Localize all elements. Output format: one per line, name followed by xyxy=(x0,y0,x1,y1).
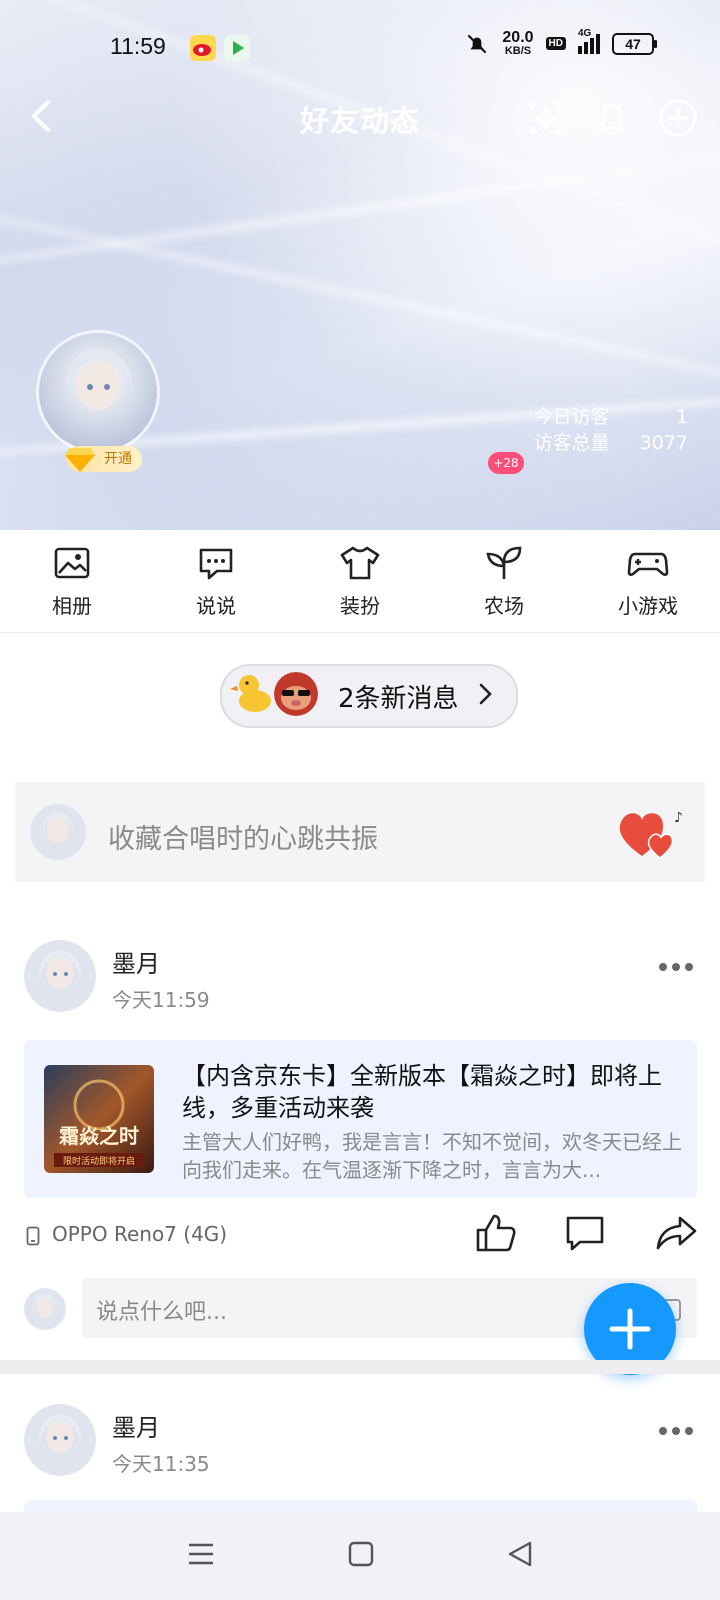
nav-label: 说说 xyxy=(196,593,236,618)
plus-circle-icon xyxy=(659,99,697,137)
feed-divider xyxy=(0,1360,720,1374)
more-dots-icon xyxy=(659,963,693,971)
commenter-avatar xyxy=(24,1288,66,1330)
gamepad-icon xyxy=(627,552,669,576)
more-dots-icon xyxy=(659,1427,693,1435)
nav-label: 农场 xyxy=(484,593,524,618)
user-avatar-small xyxy=(30,804,86,860)
phone-icon xyxy=(26,1226,40,1250)
tshirt-icon xyxy=(340,546,380,579)
nav-item-farm[interactable]: 农场 xyxy=(432,530,576,632)
nav-label: 装扮 xyxy=(340,593,380,618)
next-card-peek xyxy=(24,1500,697,1512)
home-button[interactable] xyxy=(347,1540,375,1572)
profile-avatar[interactable] xyxy=(36,330,160,454)
comment-placeholder: 说点什么吧... xyxy=(96,1300,227,1325)
comment-button[interactable] xyxy=(564,1214,606,1256)
net-speed: 20.0 KB/S xyxy=(502,29,534,57)
bell-icon xyxy=(598,104,626,135)
battery-indicator: 47 xyxy=(612,32,657,55)
device-label: OPPO Reno7 (4G) xyxy=(52,1222,228,1246)
share-button[interactable] xyxy=(654,1214,698,1256)
diamond-icon xyxy=(64,444,96,474)
hamburger-icon xyxy=(188,1543,213,1565)
new-messages-label: 2条新消息 xyxy=(338,684,459,714)
game-thumbnail-subtitle: 限时活动即将开启 xyxy=(62,1157,135,1167)
sparkle-icon xyxy=(530,102,562,134)
author-avatar[interactable] xyxy=(24,1404,96,1476)
signal-icon: 4G xyxy=(578,28,600,54)
nav-item-minigame[interactable]: 小游戏 xyxy=(576,530,720,632)
magic-button[interactable] xyxy=(524,96,568,144)
more-options-button[interactable] xyxy=(658,946,694,981)
thumbs-up-icon xyxy=(476,1214,516,1252)
feature-nav: 相册 说说 装扮 农场 小游戏 xyxy=(0,530,720,633)
nav-item-album[interactable]: 相册 xyxy=(0,530,144,632)
share-arrow-icon xyxy=(656,1216,697,1250)
post-time: 今天11:59 xyxy=(112,988,210,1012)
system-nav-bar xyxy=(0,1512,720,1600)
bell-muted-icon xyxy=(467,34,487,53)
sprout-icon xyxy=(486,546,522,579)
nav-label: 小游戏 xyxy=(618,593,678,618)
duck-avatar xyxy=(230,670,276,720)
chevron-right-icon xyxy=(478,682,494,710)
author-name[interactable]: 墨月 xyxy=(112,1408,160,1443)
notification-button[interactable] xyxy=(590,96,634,144)
visitor-stats[interactable]: 今日访客 1 访客总量 3077 xyxy=(534,404,688,456)
pig-avatar xyxy=(274,672,318,716)
more-options-button[interactable] xyxy=(658,1410,694,1445)
hearts-sticker-icon[interactable]: ♪ xyxy=(614,800,694,868)
weibo-app-icon xyxy=(190,35,216,61)
comment-icon xyxy=(566,1216,604,1251)
svg-text:♪: ♪ xyxy=(674,810,683,826)
hd-badge: HD xyxy=(545,37,566,50)
status-right: 20.0 KB/S HD 4G 47 xyxy=(464,28,657,57)
chat-bubble-icon xyxy=(199,548,233,579)
menu-button[interactable] xyxy=(186,1541,216,1571)
author-name[interactable]: 墨月 xyxy=(112,944,160,979)
nav-item-dressup[interactable]: 装扮 xyxy=(288,530,432,632)
author-avatar[interactable] xyxy=(24,940,96,1012)
nav-label: 相册 xyxy=(52,593,92,618)
square-home-icon xyxy=(348,1541,374,1567)
card-title: 【内含京东卡】全新版本【霜焱之时】即将上线，多重活动来袭 xyxy=(182,1062,662,1122)
video-app-icon xyxy=(224,35,250,61)
post-time: 今天11:35 xyxy=(112,1452,210,1476)
photo-album-icon xyxy=(54,547,90,578)
triangle-back-icon xyxy=(509,1541,532,1567)
back-nav-button[interactable] xyxy=(506,1540,534,1572)
card-description: 主管大人们好鸭，我是言言！不知不觉间，欢冬天已经上向我们走来。在气温逐渐下降之时… xyxy=(182,1130,682,1182)
like-button[interactable] xyxy=(474,1212,518,1258)
status-time: 11:59 xyxy=(110,33,166,59)
compose-prompt-text: 收藏合唱时的心跳共振 xyxy=(108,824,378,855)
game-thumbnail-title: 霜焱之时 xyxy=(59,1124,139,1148)
notification-count-badge[interactable]: +28 xyxy=(488,452,524,474)
nav-item-shuoshuo[interactable]: 说说 xyxy=(144,530,288,632)
add-button[interactable] xyxy=(656,96,700,144)
